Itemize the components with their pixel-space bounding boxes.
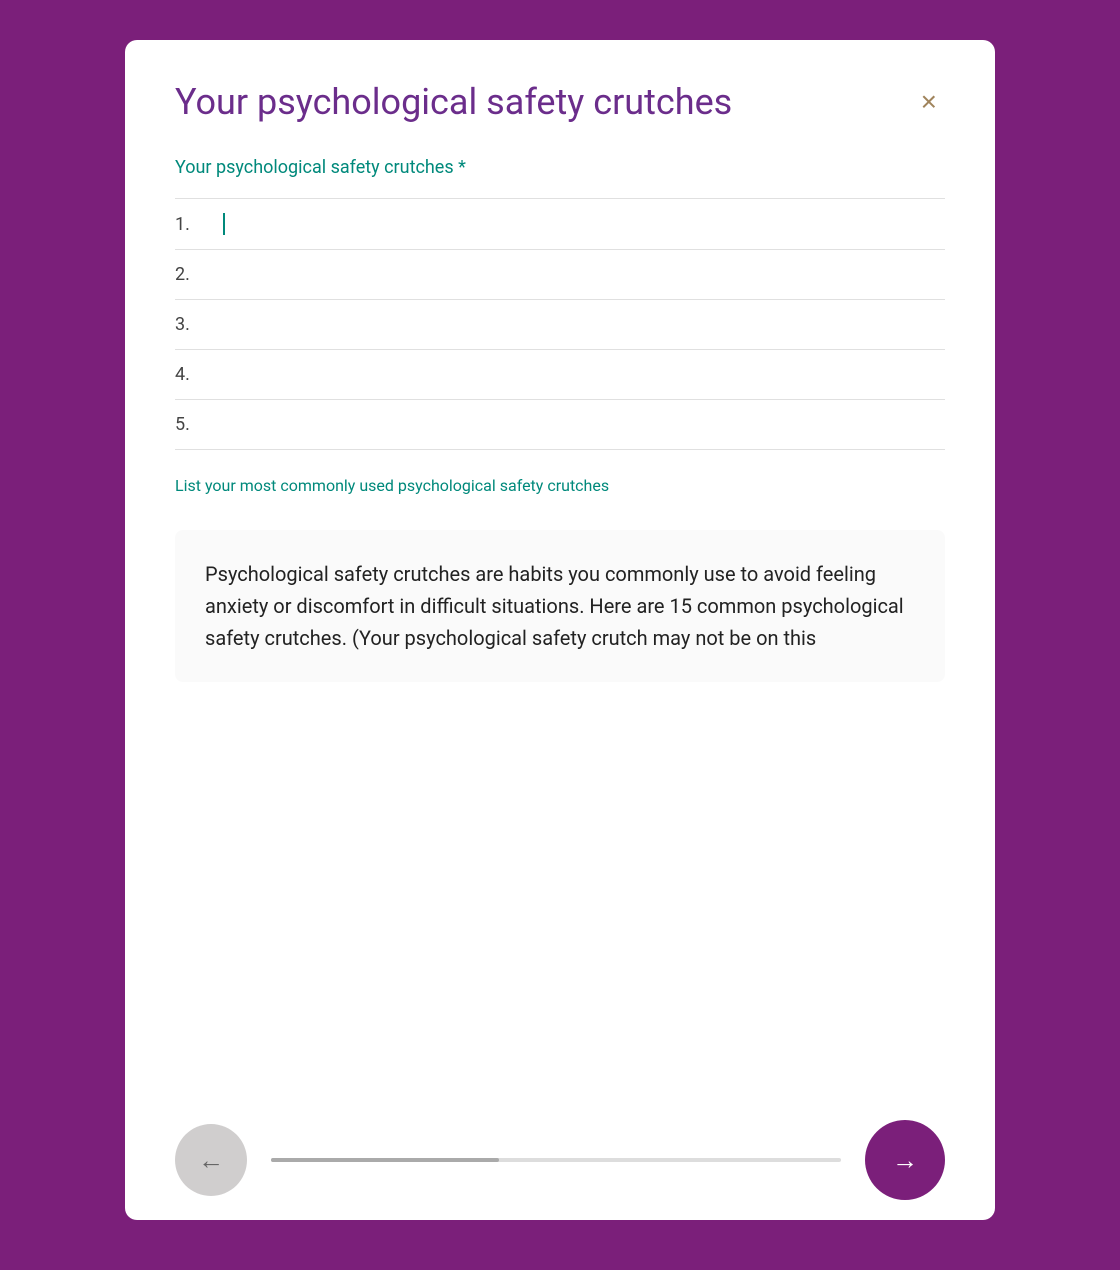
list-input-3[interactable]	[223, 314, 945, 335]
cursor-indicator	[223, 213, 225, 235]
list-number-1: 1.	[175, 214, 223, 235]
list-input-2[interactable]	[223, 264, 945, 285]
list-number-5: 5.	[175, 414, 223, 435]
progress-bar-container	[271, 1158, 841, 1162]
modal-header: Your psychological safety crutches ×	[175, 80, 945, 125]
back-button[interactable]: ←	[175, 1124, 247, 1196]
list-items: 1. 2. 3. 4. 5.	[175, 198, 945, 450]
list-item: 1.	[175, 198, 945, 250]
field-hint: List your most commonly used psychologic…	[175, 474, 945, 498]
description-text: Psychological safety crutches are habits…	[205, 558, 915, 654]
next-arrow-icon: →	[892, 1145, 918, 1176]
list-number-4: 4.	[175, 364, 223, 385]
modal-title: Your psychological safety crutches	[175, 80, 732, 125]
next-button[interactable]: →	[865, 1120, 945, 1200]
list-input-4[interactable]	[223, 364, 945, 385]
close-button[interactable]: ×	[913, 84, 945, 120]
list-item[interactable]: 5.	[175, 400, 945, 450]
list-item[interactable]: 2.	[175, 250, 945, 300]
list-item[interactable]: 3.	[175, 300, 945, 350]
modal-container: Your psychological safety crutches × You…	[125, 40, 995, 1220]
list-item[interactable]: 4.	[175, 350, 945, 400]
description-box: Psychological safety crutches are habits…	[175, 530, 945, 682]
field-label: Your psychological safety crutches *	[175, 157, 945, 178]
bottom-nav: ← →	[175, 1092, 945, 1220]
list-number-3: 3.	[175, 314, 223, 335]
progress-bar-fill	[271, 1158, 499, 1162]
list-input-5[interactable]	[223, 414, 945, 435]
back-arrow-icon: ←	[198, 1145, 224, 1176]
list-number-2: 2.	[175, 264, 223, 285]
